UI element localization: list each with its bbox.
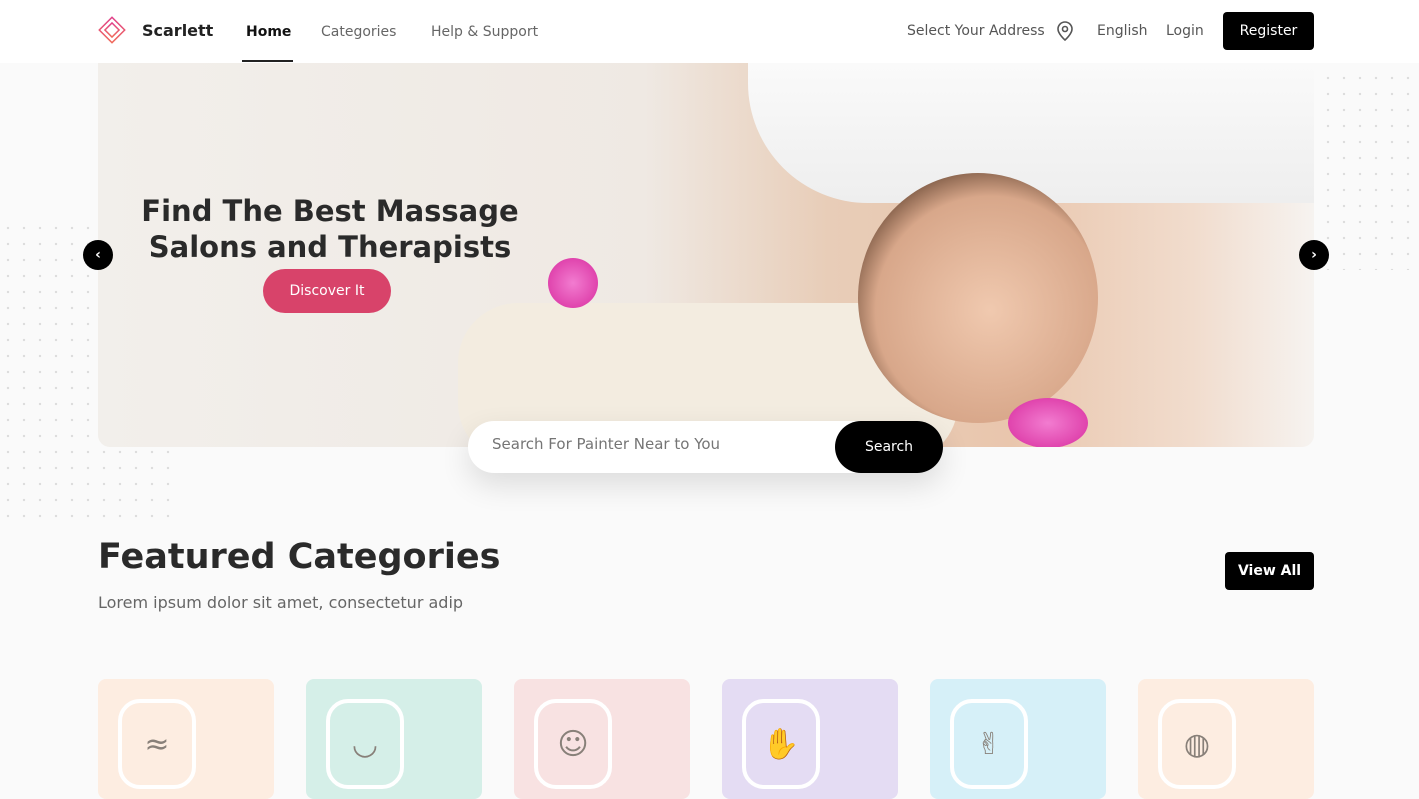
hero-image-flower [548, 258, 598, 308]
dot-pattern-right [1320, 70, 1419, 270]
eyebrow-icon: ◡ [326, 699, 404, 789]
category-card-massage[interactable]: ✋ [722, 679, 898, 799]
nav-home[interactable]: Home [246, 24, 291, 40]
search-button[interactable]: Search [835, 421, 943, 473]
search-bar: Search [468, 421, 943, 473]
carousel-prev-icon[interactable]: ‹ [83, 240, 113, 270]
search-input[interactable] [492, 435, 822, 453]
category-card-makeup[interactable]: ◍ [1138, 679, 1314, 799]
header: Scarlett Home Categories Help & Support … [0, 0, 1419, 63]
nail-icon: ✌ [950, 699, 1028, 789]
massage-icon: ✋ [742, 699, 820, 789]
register-button[interactable]: Register [1223, 12, 1314, 50]
hair-icon: ≈ [118, 699, 196, 789]
category-card-nails[interactable]: ✌ [930, 679, 1106, 799]
language-selector[interactable]: English [1097, 23, 1148, 39]
nav-help-support[interactable]: Help & Support [431, 24, 538, 40]
section-subtitle: Lorem ipsum dolor sit amet, consectetur … [98, 593, 464, 612]
hero-title: Find The Best Massage Salons and Therapi… [141, 194, 519, 264]
hero-image-therapist [748, 63, 1314, 203]
facial-icon: ☺ [534, 699, 612, 789]
category-card-eyebrow[interactable]: ◡ [306, 679, 482, 799]
section-title: Featured Categories [98, 537, 501, 577]
select-address-link[interactable]: Select Your Address [907, 23, 1045, 39]
location-pin-icon[interactable] [1056, 21, 1074, 41]
logo-icon [98, 16, 126, 44]
carousel-next-icon[interactable]: › [1299, 240, 1329, 270]
hero-image-flower [1008, 398, 1088, 447]
login-link[interactable]: Login [1166, 23, 1204, 39]
active-nav-indicator [242, 60, 293, 62]
brand-name: Scarlett [142, 21, 214, 40]
category-card-facial[interactable]: ☺ [514, 679, 690, 799]
hero-image-client [858, 173, 1098, 423]
view-all-button[interactable]: View All [1225, 552, 1314, 590]
discover-button[interactable]: Discover It [263, 269, 391, 313]
nav-categories[interactable]: Categories [321, 24, 396, 40]
category-card-hair[interactable]: ≈ [98, 679, 274, 799]
makeup-icon: ◍ [1158, 699, 1236, 789]
